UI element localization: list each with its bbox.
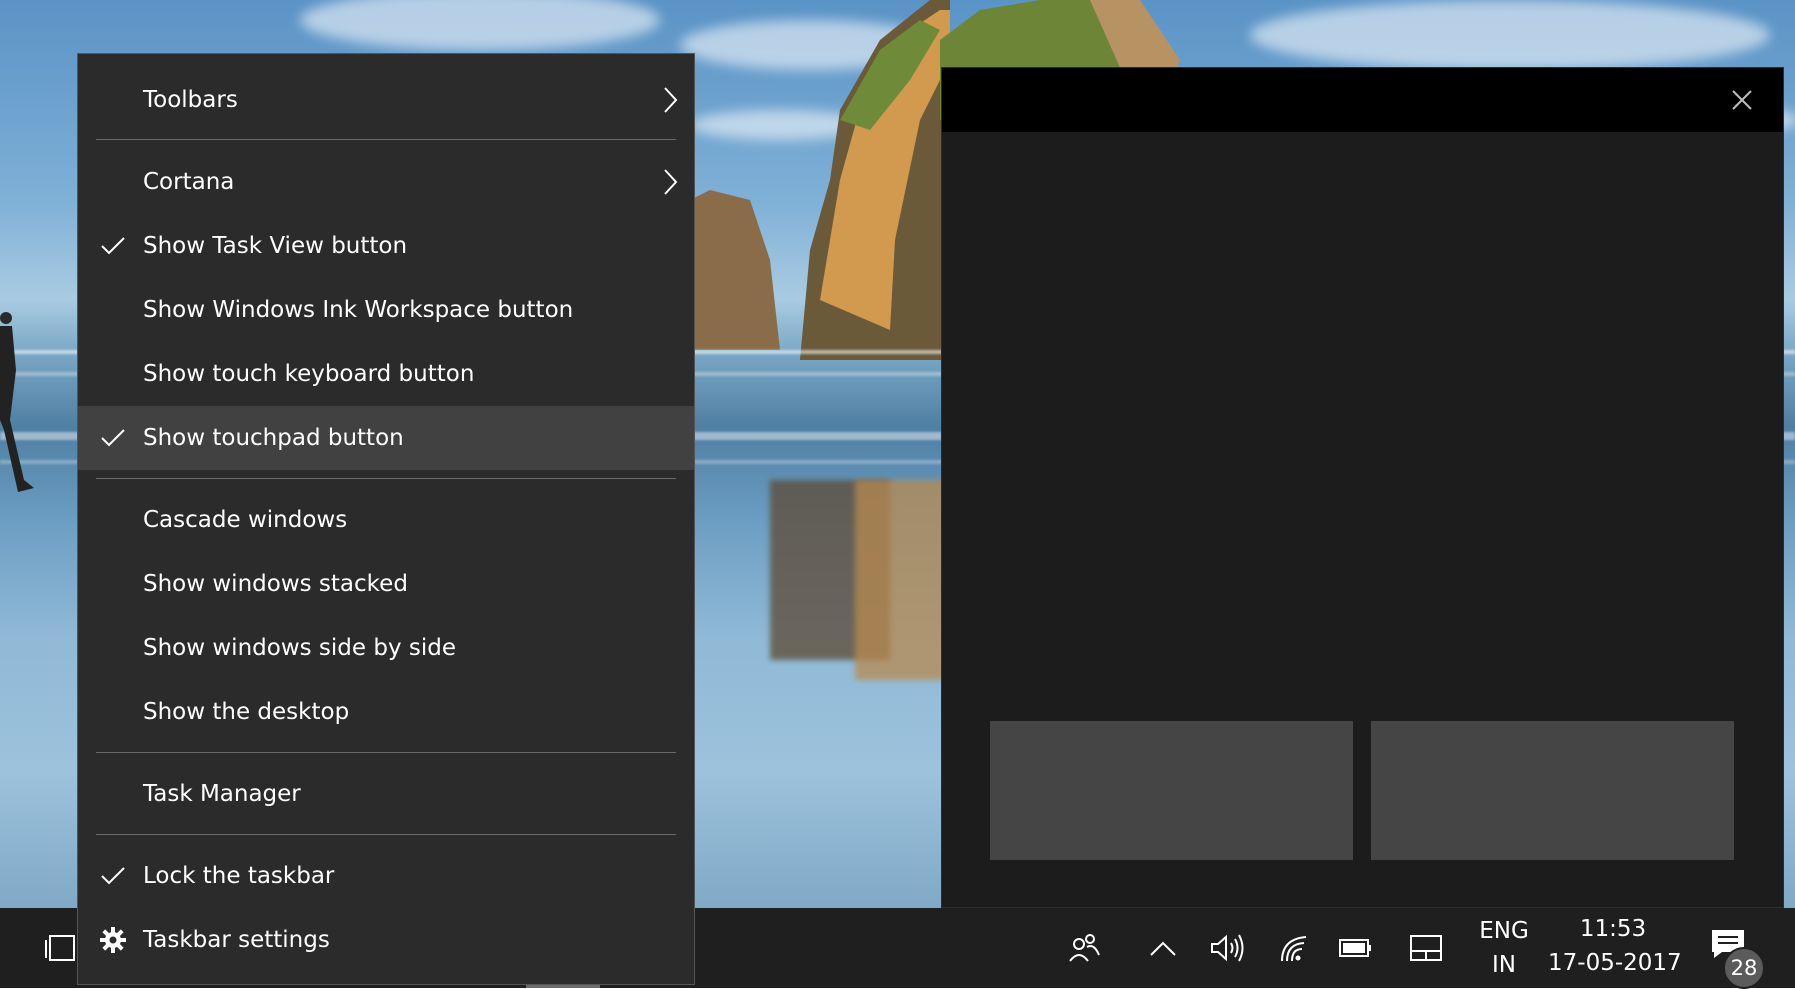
checkmark-icon <box>101 429 125 447</box>
menu-item-show-windows-stacked[interactable]: Show windows stacked <box>78 552 694 616</box>
gear-icon <box>100 927 126 953</box>
menu-item-show-desktop[interactable]: Show the desktop <box>78 680 694 744</box>
clock-time: 11:53 <box>1579 916 1647 942</box>
menu-item-label: Show Windows Ink Workspace button <box>143 297 574 323</box>
battery-icon[interactable] <box>1338 928 1374 968</box>
menu-separator <box>96 478 676 479</box>
language-region: IN <box>1492 952 1516 978</box>
chevron-right-icon <box>664 87 678 113</box>
task-view-icon[interactable] <box>44 928 78 968</box>
menu-separator <box>96 752 676 753</box>
touchpad-window <box>941 67 1784 908</box>
touchpad-title-bar <box>942 68 1783 132</box>
menu-item-show-task-view[interactable]: Show Task View button <box>78 214 694 278</box>
taskbar-context-menu: Toolbars Cortana Show Task View button S… <box>77 53 695 985</box>
clock-date: 17-05-2017 <box>1548 950 1682 976</box>
checkmark-icon <box>101 867 125 885</box>
menu-item-label: Cascade windows <box>143 507 348 533</box>
menu-item-cortana[interactable]: Cortana <box>78 150 694 214</box>
menu-item-label: Show touch keyboard button <box>143 361 475 387</box>
clock[interactable]: 11:53 17-05-2017 <box>1548 916 1682 976</box>
menu-item-label: Lock the taskbar <box>143 863 335 889</box>
checkmark-icon <box>101 237 125 255</box>
menu-item-label: Show Task View button <box>143 233 408 259</box>
menu-separator <box>96 834 676 835</box>
rock-formation <box>690 0 950 360</box>
wifi-icon[interactable] <box>1276 928 1312 968</box>
menu-item-cascade-windows[interactable]: Cascade windows <box>78 488 694 552</box>
touchpad-left-button[interactable] <box>990 721 1353 860</box>
chevron-up-icon[interactable] <box>1146 928 1180 968</box>
menu-item-task-manager[interactable]: Task Manager <box>78 762 694 826</box>
menu-item-label: Show windows stacked <box>143 571 408 597</box>
language-indicator[interactable]: ENG IN <box>1474 918 1534 978</box>
menu-item-toolbars[interactable]: Toolbars <box>78 68 694 132</box>
language-code: ENG <box>1479 918 1529 944</box>
menu-item-label: Show the desktop <box>143 699 350 725</box>
menu-item-show-windows-side-by-side[interactable]: Show windows side by side <box>78 616 694 680</box>
menu-item-label: Cortana <box>143 169 235 195</box>
person-silhouette <box>0 312 34 492</box>
menu-separator <box>96 139 676 140</box>
menu-item-lock-taskbar[interactable]: Lock the taskbar <box>78 844 694 908</box>
menu-item-taskbar-settings[interactable]: Taskbar settings <box>78 908 694 972</box>
touchpad-right-button[interactable] <box>1371 721 1734 860</box>
menu-item-label: Task Manager <box>143 781 301 807</box>
people-icon[interactable] <box>1065 928 1103 968</box>
menu-item-show-ink-workspace[interactable]: Show Windows Ink Workspace button <box>78 278 694 342</box>
close-icon[interactable] <box>1727 85 1757 115</box>
menu-item-label: Toolbars <box>143 87 238 113</box>
touchpad-icon[interactable] <box>1408 928 1444 968</box>
menu-item-label: Show windows side by side <box>143 635 457 661</box>
chevron-right-icon <box>664 169 678 195</box>
menu-item-show-touch-keyboard[interactable]: Show touch keyboard button <box>78 342 694 406</box>
volume-icon[interactable] <box>1208 928 1246 968</box>
menu-item-label: Taskbar settings <box>143 927 330 953</box>
notification-count-badge: 28 <box>1723 947 1765 989</box>
menu-item-label: Show touchpad button <box>143 425 404 451</box>
menu-item-show-touchpad[interactable]: Show touchpad button <box>78 406 694 470</box>
